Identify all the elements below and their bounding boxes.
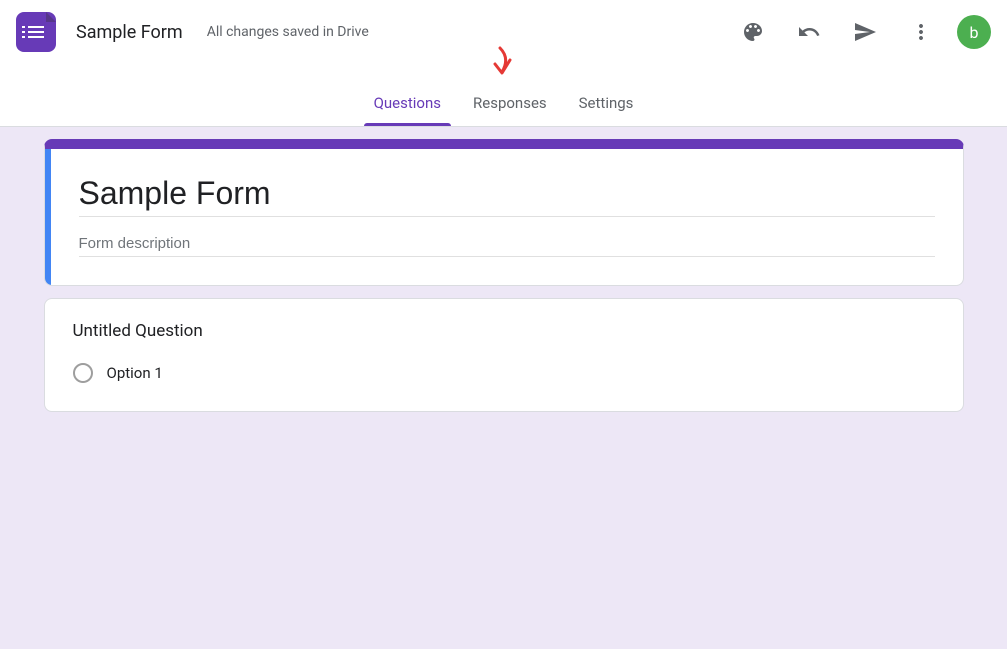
send-icon bbox=[853, 20, 877, 44]
option-label[interactable]: Option 1 bbox=[107, 364, 163, 382]
form-title-input[interactable] bbox=[79, 171, 935, 217]
question-title[interactable]: Untitled Question bbox=[73, 321, 935, 341]
option-row[interactable]: Option 1 bbox=[73, 363, 935, 383]
topbar: Sample Form All changes saved in Drive b bbox=[0, 0, 1007, 64]
account-avatar[interactable]: b bbox=[957, 15, 991, 49]
save-status: All changes saved in Drive bbox=[207, 24, 369, 40]
undo-icon bbox=[797, 20, 821, 44]
radio-icon bbox=[73, 363, 93, 383]
forms-logo[interactable] bbox=[16, 12, 56, 52]
customize-theme-button[interactable] bbox=[733, 12, 773, 52]
more-vert-icon bbox=[909, 20, 933, 44]
send-button[interactable] bbox=[845, 12, 885, 52]
more-button[interactable] bbox=[901, 12, 941, 52]
tab-settings[interactable]: Settings bbox=[577, 84, 636, 126]
tab-responses[interactable]: Responses bbox=[471, 84, 549, 126]
undo-button[interactable] bbox=[789, 12, 829, 52]
canvas: Untitled Question Option 1 bbox=[0, 127, 1007, 649]
tabs: Questions Responses Settings bbox=[0, 64, 1007, 127]
form-header-card[interactable] bbox=[44, 139, 964, 286]
form-container: Untitled Question Option 1 bbox=[24, 127, 984, 464]
form-description-input[interactable] bbox=[79, 229, 935, 257]
question-card[interactable]: Untitled Question Option 1 bbox=[44, 298, 964, 412]
topbar-actions: b bbox=[733, 12, 991, 52]
forms-logo-icon bbox=[28, 26, 44, 38]
form-name[interactable]: Sample Form bbox=[76, 22, 183, 43]
palette-icon bbox=[741, 20, 765, 44]
tab-questions[interactable]: Questions bbox=[372, 84, 443, 126]
